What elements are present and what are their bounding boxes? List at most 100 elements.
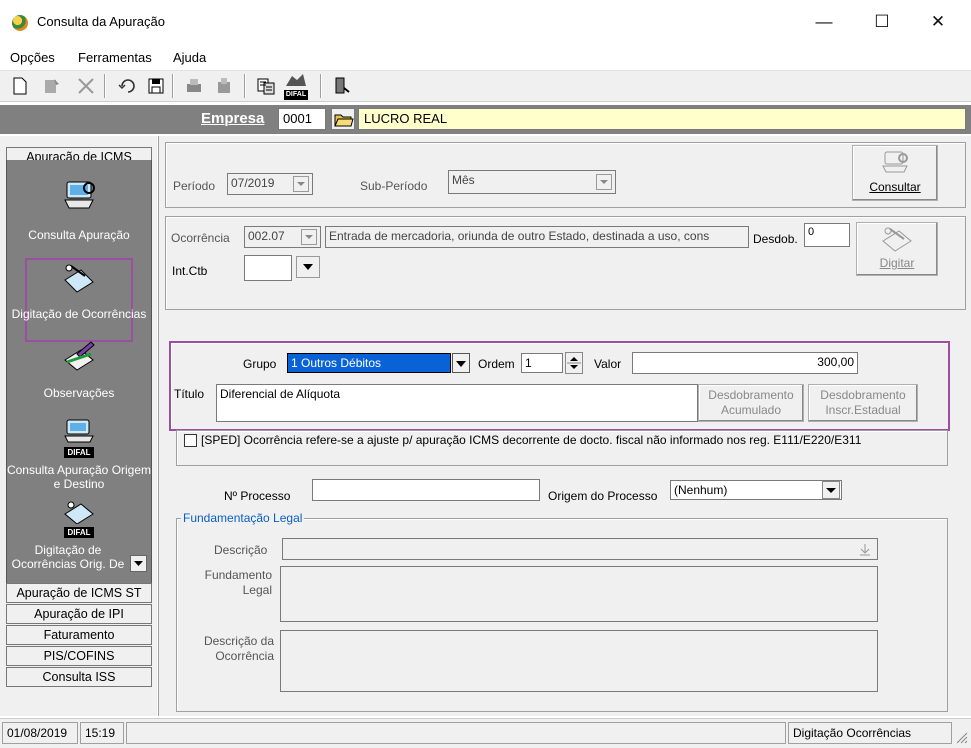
close-button[interactable]: ✕ (918, 6, 958, 38)
origem-processo-dropdown-button[interactable] (822, 481, 840, 499)
edit-icon[interactable] (42, 76, 62, 96)
digitacao-notepad-icon[interactable] (59, 262, 99, 296)
descricao-dropdown-button[interactable] (856, 540, 874, 558)
nav-item-digitacao-orig-dest[interactable]: Digitação de Ocorrências Orig. De (6, 543, 130, 571)
triangle-down-icon (303, 264, 313, 270)
nav-item-digitacao-ocorrencias[interactable]: Digitação de Ocorrências (6, 307, 152, 321)
report-icon[interactable] (256, 76, 276, 96)
open-folder-button[interactable] (331, 108, 355, 130)
toolbar-separator (104, 74, 106, 98)
ordem-input[interactable]: 1 (521, 353, 563, 373)
difal-text: DIFAL (284, 90, 308, 100)
ordem-spinner[interactable] (565, 352, 583, 374)
nav-item-observacoes[interactable]: Observações (6, 386, 152, 400)
nav-section-icms-st[interactable]: Apuração de ICMS ST (6, 583, 152, 603)
desdobramento-acumulado-button[interactable]: Desdobramento Acumulado (698, 384, 804, 422)
download-arrow-icon (860, 544, 870, 556)
desdobramento-inscr-estadual-button[interactable]: Desdobramento Inscr.Estadual (808, 384, 918, 422)
status-mode: Digitação Ocorrências (788, 722, 952, 744)
spinner-arrows-icon (567, 357, 581, 369)
menu-opcoes[interactable]: Opções (10, 50, 55, 65)
descricao-label: Descrição (214, 543, 268, 557)
nav-section-faturamento[interactable]: Faturamento (6, 625, 152, 645)
valor-input[interactable]: 300,00 (632, 352, 858, 374)
consulta-difal-icon[interactable]: DIFAL (59, 418, 99, 458)
processo-input[interactable] (312, 479, 540, 501)
periodo-dropdown-button[interactable] (293, 176, 309, 192)
grupo-select[interactable]: 1 Outros Débitos (287, 353, 451, 373)
digitar-label: Digitar (879, 256, 915, 270)
digitacao-difal-icon[interactable]: DIFAL (59, 500, 99, 538)
descricao-select[interactable] (282, 538, 878, 560)
origem-processo-select[interactable]: (Nenhum) (670, 480, 842, 500)
nav-section-consulta-iss[interactable]: Consulta ISS (6, 667, 152, 687)
chevron-down-icon (297, 182, 305, 186)
subperiodo-select[interactable]: Mês (448, 170, 616, 194)
ocorrencia-description-field: Entrada de mercadoria, oriunda de outro … (325, 226, 749, 248)
fundamento-legal-label: Fundamento Legal (204, 568, 272, 597)
triangle-down-icon (456, 361, 466, 367)
intctb-dropdown-button[interactable] (296, 256, 320, 278)
nav-section-ipi[interactable]: Apuração de IPI (6, 604, 152, 624)
descricao-ocorrencia-label: Descrição da Ocorrência (203, 634, 274, 663)
consultar-label: Consultar (869, 180, 921, 194)
grupo-label: Grupo (243, 357, 277, 371)
desdob-label: Desdob. (753, 232, 798, 246)
desdob-input[interactable]: 0 (804, 223, 850, 247)
fundamento-legal-textarea[interactable] (280, 566, 878, 622)
empresa-code-input[interactable]: 0001 (278, 108, 326, 130)
subperiodo-dropdown-button[interactable] (596, 174, 612, 190)
valor-label: Valor (594, 357, 622, 371)
subperiodo-label: Sub-Período (360, 179, 428, 193)
titulo-input[interactable]: Diferencial de Alíquota (216, 384, 698, 422)
toolbar-separator (320, 74, 322, 98)
intctb-select[interactable] (244, 255, 292, 281)
intctb-label: Int.Ctb (172, 264, 208, 278)
consultar-button[interactable]: Consultar (852, 145, 938, 201)
app-logo-icon (12, 15, 28, 31)
ocorrencia-label: Ocorrência (171, 231, 230, 245)
consultar-icon (882, 151, 908, 173)
ordem-label: Ordem (478, 357, 515, 371)
nav-section-pis-cofins[interactable]: PIS/COFINS (6, 646, 152, 666)
nav-scroll-down-button[interactable] (130, 555, 147, 572)
save-icon[interactable] (146, 76, 166, 96)
minimize-button[interactable]: — (804, 6, 844, 38)
observacoes-pencil-icon[interactable] (59, 340, 99, 374)
digitar-button[interactable]: Digitar (856, 222, 938, 276)
difal-icon[interactable]: DIFAL (284, 73, 308, 100)
menu-ajuda[interactable]: Ajuda (173, 50, 206, 65)
triangle-down-icon (134, 561, 143, 566)
status-time: 15:19 (80, 722, 124, 744)
exit-door-icon[interactable] (332, 76, 352, 96)
undo-icon[interactable] (118, 76, 138, 96)
processo-label: Nº Processo (224, 489, 291, 503)
empresa-name-field: LUCRO REAL (358, 108, 966, 130)
chevron-down-icon (305, 235, 313, 239)
nav-item-consulta-origem-destino[interactable]: Consulta Apuração Origem e Destino (6, 463, 152, 491)
delete-icon[interactable] (76, 76, 96, 96)
print-icon[interactable] (184, 76, 204, 96)
status-date: 01/08/2019 (2, 722, 78, 744)
toolbar-separator (244, 74, 246, 98)
maximize-button[interactable]: ☐ (862, 6, 902, 38)
resize-grip-icon[interactable] (954, 730, 968, 744)
new-icon[interactable] (10, 76, 30, 96)
digitar-notepad-icon (882, 227, 912, 252)
nav-item-consulta-apuracao[interactable]: Consulta Apuração (6, 228, 152, 242)
descricao-ocorrencia-textarea[interactable] (280, 630, 878, 692)
ocorrencia-dropdown-button[interactable] (301, 229, 317, 245)
window-title: Consulta da Apuração (37, 14, 165, 29)
difal-text: DIFAL (64, 527, 94, 538)
chevron-down-icon (600, 180, 608, 184)
sped-checkbox[interactable] (184, 434, 197, 447)
print-preview-icon[interactable] (214, 76, 234, 96)
consulta-computer-icon[interactable] (59, 178, 99, 212)
grupo-dropdown-button[interactable] (452, 353, 470, 373)
empresa-label: Empresa (201, 110, 265, 127)
status-message (126, 722, 786, 744)
menu-ferramentas[interactable]: Ferramentas (78, 50, 152, 65)
periodo-label: Período (173, 179, 216, 193)
triangle-down-icon (826, 488, 836, 493)
sped-label: [SPED] Ocorrência refere-se a ajuste p/ … (201, 433, 862, 447)
